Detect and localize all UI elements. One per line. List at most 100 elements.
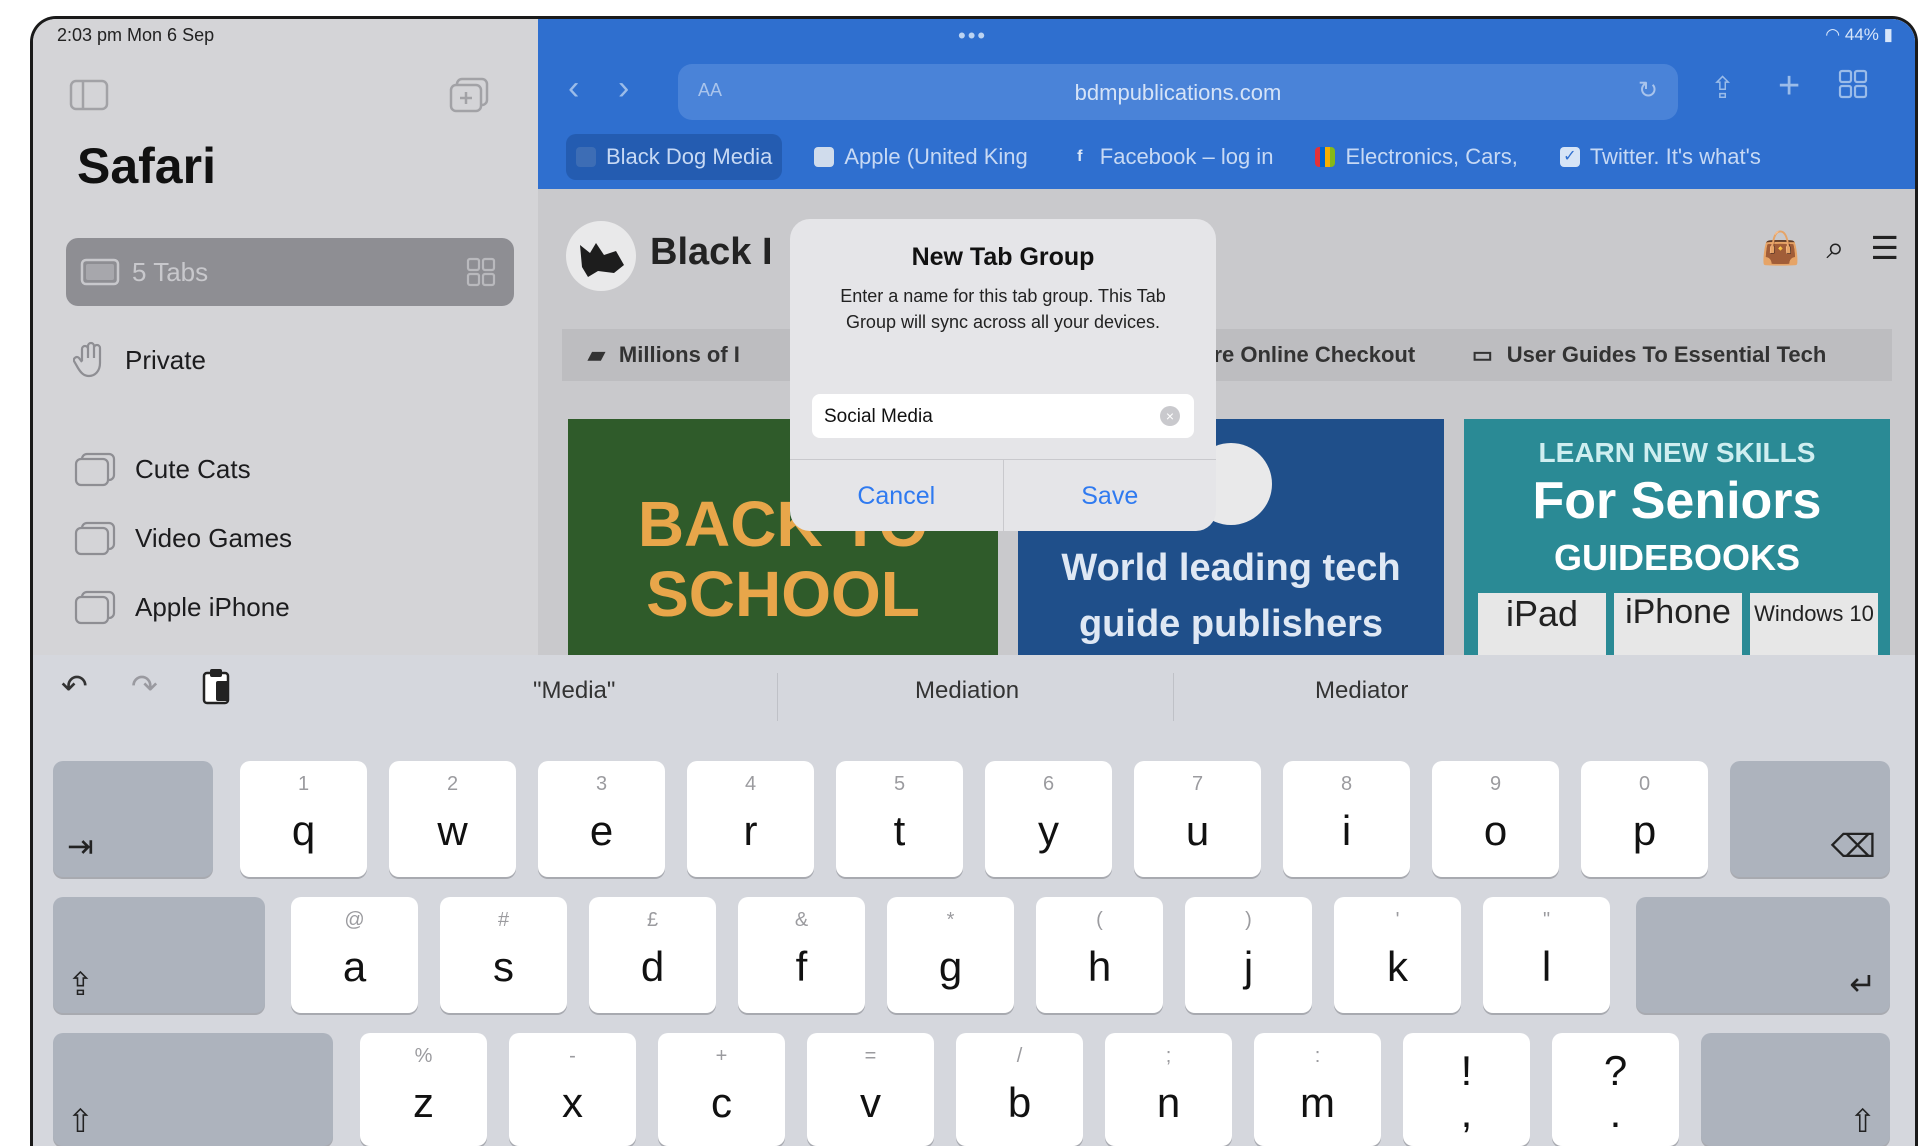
key-comma[interactable]: !, <box>1403 1033 1530 1146</box>
key-alt: " <box>1542 909 1551 931</box>
key-label: g <box>938 943 963 990</box>
redo-icon[interactable]: ↷ <box>131 667 158 705</box>
key-q[interactable]: 1q <box>240 761 367 877</box>
site-name[interactable]: Black I <box>650 231 773 274</box>
key-period[interactable]: ?. <box>1552 1033 1679 1146</box>
key-i[interactable]: 8i <box>1283 761 1410 877</box>
status-time-date: 2:03 pm Mon 6 Sep <box>57 25 215 45</box>
sidebar-item-private[interactable]: Private <box>73 341 206 379</box>
key-t[interactable]: 5t <box>836 761 963 877</box>
suggestion-1[interactable]: "Media" <box>533 677 615 705</box>
return-key[interactable]: ↵ <box>1636 897 1890 1013</box>
shopping-bag-icon[interactable]: 👜 <box>1761 229 1801 267</box>
menu-icon[interactable]: ☰ <box>1870 229 1899 267</box>
tab-apple[interactable]: Apple (United King <box>804 134 1037 180</box>
new-tab-group-icon[interactable] <box>447 75 491 120</box>
key-f[interactable]: & f <box>738 897 865 1013</box>
refresh-icon[interactable]: ↻ <box>1638 76 1658 105</box>
tab-label: Electronics, Cars, <box>1345 144 1518 169</box>
caps-lock-key[interactable]: ⇪ <box>53 897 265 1013</box>
key-alt: ' <box>1395 909 1400 931</box>
tab-key[interactable]: ⇥ <box>53 761 213 877</box>
key-j[interactable]: ) j <box>1185 897 1312 1013</box>
info-item-magazines[interactable]: ▰ Millions of I <box>588 329 740 381</box>
key-a[interactable]: @ a <box>291 897 418 1013</box>
grid-icon[interactable] <box>466 257 496 287</box>
site-nav-icons: 👜 ⌕ ☰ <box>1761 229 1899 267</box>
key-y[interactable]: 6y <box>985 761 1112 877</box>
key-alt: * <box>946 909 955 931</box>
key-o[interactable]: 9o <box>1432 761 1559 877</box>
suggestion-3[interactable]: Mediator <box>1315 677 1408 705</box>
tab-facebook[interactable]: f Facebook – log in <box>1060 134 1284 180</box>
key-alt: + <box>715 1045 728 1067</box>
book-cover: iPhone <box>1614 593 1742 655</box>
key-h[interactable]: (h <box>1036 897 1163 1013</box>
key-alt: ? <box>1603 1047 1628 1094</box>
tab-black-dog-media[interactable]: Black Dog Media <box>566 134 783 180</box>
key-g[interactable]: * g <box>887 897 1014 1013</box>
status-right: ◠ 44% ▮ <box>1825 25 1893 45</box>
key-alt: 3 <box>595 773 608 795</box>
key-b[interactable]: / b <box>956 1033 1083 1146</box>
key-alt: 6 <box>1042 773 1055 795</box>
shift-key-right[interactable]: ⇧ <box>1701 1033 1890 1146</box>
info-item-guides[interactable]: ▭ User Guides To Essential Tech <box>1472 329 1826 381</box>
key-u[interactable]: 7u <box>1134 761 1261 877</box>
ipad-screen: 2:03 pm Mon 6 Sep Safari 5 Tabs Private … <box>30 16 1918 1146</box>
key-n[interactable]: ; n <box>1105 1033 1232 1146</box>
undo-icon[interactable]: ↶ <box>61 667 88 705</box>
sidebar-item-label: 5 Tabs <box>132 256 209 287</box>
promo-seniors[interactable]: LEARN NEW SKILLS For Seniors GUIDEBOOKS … <box>1464 419 1890 655</box>
key-c[interactable]: + c <box>658 1033 785 1146</box>
key-p[interactable]: 0p <box>1581 761 1708 877</box>
new-tab-icon[interactable]: + <box>1778 65 1800 108</box>
sidebar-item-cute-cats[interactable]: Cute Cats <box>73 451 251 487</box>
black-dog-logo-icon[interactable] <box>566 221 636 291</box>
info-item-checkout[interactable]: ure Online Checkout <box>1200 329 1415 381</box>
key-r[interactable]: 4r <box>687 761 814 877</box>
key-m[interactable]: :m <box>1254 1033 1381 1146</box>
key-label: n <box>1156 1079 1181 1126</box>
key-v[interactable]: = v <box>807 1033 934 1146</box>
forward-icon[interactable]: › <box>618 69 629 108</box>
search-icon[interactable]: ⌕ <box>1826 229 1844 267</box>
sidebar-item-tabs[interactable]: 5 Tabs <box>66 238 514 306</box>
key-alt: 1 <box>297 773 310 795</box>
key-alt: - <box>569 1045 576 1067</box>
key-l[interactable]: " l <box>1483 897 1610 1013</box>
key-d[interactable]: £ d <box>589 897 716 1013</box>
address-bar[interactable]: AA bdmpublications.com ↻ <box>678 64 1678 120</box>
tab-overview-icon[interactable] <box>1838 69 1868 108</box>
paste-icon[interactable] <box>201 667 233 713</box>
back-icon[interactable]: ‹ <box>568 69 579 108</box>
shift-key-left[interactable]: ⇧ <box>53 1033 333 1146</box>
sidebar-toggle-icon[interactable] <box>69 79 109 116</box>
tab-icon: ⇥ <box>67 828 94 864</box>
book-icon: ▰ <box>588 342 605 367</box>
key-label: y <box>1038 807 1059 854</box>
delete-key[interactable]: ⌫ <box>1730 761 1890 877</box>
key-k[interactable]: ' k <box>1334 897 1461 1013</box>
key-z[interactable]: % z <box>360 1033 487 1146</box>
tab-label: Facebook – log in <box>1099 144 1274 169</box>
key-e[interactable]: 3e <box>538 761 665 877</box>
key-s[interactable]: # s <box>440 897 567 1013</box>
multitasking-dots[interactable]: ••• <box>958 23 987 49</box>
save-button[interactable]: Save <box>1002 460 1217 532</box>
key-alt: / <box>1016 1045 1023 1067</box>
tab-ebay[interactable]: Electronics, Cars, <box>1305 134 1527 180</box>
cancel-button[interactable]: Cancel <box>790 460 1003 532</box>
tab-group-name-input[interactable]: Social Media × <box>812 394 1194 438</box>
promo-line-2: For Seniors <box>1532 472 1822 530</box>
tab-twitter[interactable]: ✓ Twitter. It's what's <box>1550 134 1771 180</box>
share-icon[interactable]: ⇪ <box>1710 71 1735 106</box>
suggestion-2[interactable]: Mediation <box>915 677 1019 705</box>
key-w[interactable]: 2w <box>389 761 516 877</box>
clear-icon[interactable]: × <box>1160 406 1180 426</box>
sidebar-item-video-games[interactable]: Video Games <box>73 520 292 556</box>
key-x[interactable]: -x <box>509 1033 636 1146</box>
tab-group-icon <box>74 521 116 556</box>
sidebar-item-apple-iphone[interactable]: Apple iPhone <box>73 589 290 625</box>
sidebar-item-label: Apple iPhone <box>135 591 290 622</box>
